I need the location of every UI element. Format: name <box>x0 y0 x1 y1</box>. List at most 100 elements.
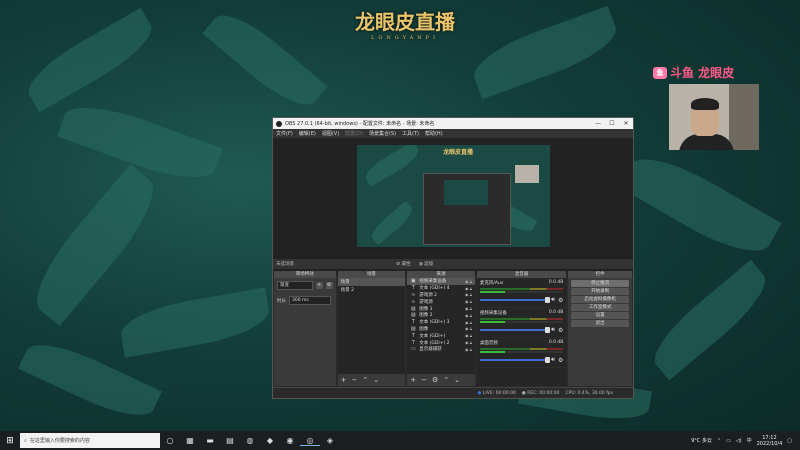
edge-browser-icon[interactable]: ◍ <box>240 436 260 445</box>
source-item[interactable]: T 文本 (GDI+) 2 ◉ 🔒︎ <box>407 339 475 346</box>
control-button[interactable]: 工作室模式 <box>571 304 629 311</box>
slider-handle[interactable] <box>545 327 551 333</box>
source-type-icon: T <box>411 339 415 346</box>
source-item[interactable]: ∞ 游戏源 ◉ 🔒︎ <box>407 298 475 305</box>
notification-icon[interactable]: ▢ <box>787 438 792 444</box>
gear-icon[interactable]: ⚙ <box>558 357 563 364</box>
source-item[interactable]: ▭ 显示器捕获 ◉ 🔒︎ <box>407 346 475 353</box>
speaker-icon[interactable]: 🔊︎ <box>551 326 555 334</box>
gear-icon[interactable]: ⚙ <box>558 297 563 304</box>
filters-button[interactable]: ◑ 滤镜 <box>419 261 433 267</box>
preview-nested-obs <box>423 173 511 245</box>
menu-item[interactable]: 文件(F) <box>276 130 293 137</box>
source-item[interactable]: T 文本 (GDI+) ◉ 🔒︎ <box>407 332 475 339</box>
visibility-eye-icon[interactable]: ◉ 🔒︎ <box>465 313 475 318</box>
network-icon[interactable]: ▭ <box>726 438 731 444</box>
visibility-eye-icon[interactable]: ◉ 🔒︎ <box>465 340 475 345</box>
menu-item[interactable]: 场景集合(S) <box>369 130 396 137</box>
visibility-eye-icon[interactable]: ◉ 🔒︎ <box>465 279 475 284</box>
menu-item[interactable]: 帮助(H) <box>425 130 443 137</box>
control-button[interactable]: 开始录制 <box>571 288 629 295</box>
volume-slider[interactable] <box>479 297 551 303</box>
status-bar: ● LIVE: 00:00:00 ● REC: 00:00:00 CPU: 0.… <box>273 387 633 398</box>
steam-icon[interactable]: ◉ <box>280 436 300 445</box>
add-icon[interactable]: + <box>341 376 347 384</box>
transition-select[interactable]: 渐变 <box>277 281 313 290</box>
source-item-label: 文本 (GDI+) 4 <box>419 286 450 292</box>
control-button[interactable]: 设置 <box>571 312 629 319</box>
menu-item[interactable]: 视图(V) <box>322 130 339 137</box>
remove-icon[interactable]: − <box>352 376 358 384</box>
visibility-eye-icon[interactable]: ◉ 🔒︎ <box>465 299 475 304</box>
visibility-eye-icon[interactable]: ◉ 🔒︎ <box>465 333 475 338</box>
properties-button[interactable]: ⚙ 属性 <box>396 261 410 267</box>
slider-handle[interactable] <box>545 357 551 363</box>
webcam-overlay <box>669 84 759 150</box>
add-transition-button[interactable]: + <box>315 282 323 289</box>
clock[interactable]: 17:12 2022/10/4 <box>757 435 783 447</box>
speaker-icon[interactable]: 🔊︎ <box>551 296 555 304</box>
control-button[interactable]: 退出 <box>571 320 629 327</box>
visibility-eye-icon[interactable]: ◉ 🔒︎ <box>465 326 475 331</box>
speaker-icon[interactable]: 🔊︎ <box>551 356 555 364</box>
source-item-label: 文本 (GDI+) 3 <box>419 320 450 326</box>
preview-canvas[interactable]: 龙眼皮直播 <box>357 145 550 252</box>
taskbar-search-input[interactable]: ⌕ 在这里输入你要搜索的内容 <box>20 433 160 448</box>
visibility-eye-icon[interactable]: ◉ 🔒︎ <box>465 320 475 325</box>
visibility-eye-icon[interactable]: ◉ 🔒︎ <box>465 347 475 352</box>
windows-start-icon[interactable]: ⊞ <box>0 436 20 446</box>
gear-icon[interactable]: ⚙ <box>432 376 438 384</box>
windows-taskbar: ⊞ ⌕ 在这里输入你要搜索的内容 ○ ▦ ▬ ▤ ◍ ◆ ◉ ◎ ◈ 9°C 多… <box>0 431 800 450</box>
scene-item[interactable]: 场景 2 <box>338 286 406 294</box>
preview-webcam <box>515 165 539 183</box>
scene-item[interactable]: 场景 <box>337 278 406 286</box>
source-item[interactable]: ▣ 视频采集设备 ◉ 🔒︎ <box>407 278 475 285</box>
source-item[interactable]: ▨ 图像 3 ◉ 🔒︎ <box>407 305 475 312</box>
chevron-up-icon[interactable]: ⌃ <box>717 438 721 444</box>
ime-indicator[interactable]: 中 <box>747 437 752 444</box>
move-down-icon[interactable]: ⌄ <box>454 376 460 384</box>
source-item[interactable]: T 文本 (GDI+) 4 ◉ 🔒︎ <box>407 285 475 292</box>
menu-item[interactable]: 配置(D) <box>345 130 363 137</box>
move-down-icon[interactable]: ⌄ <box>373 376 379 384</box>
duration-input[interactable]: 300 ms <box>289 296 331 305</box>
source-type-icon: ▭ <box>410 346 416 353</box>
move-up-icon[interactable]: ⌃ <box>362 376 368 384</box>
source-item[interactable]: ▨ 图像 2 ◉ 🔒︎ <box>407 312 475 319</box>
maximize-button[interactable]: ☐ <box>605 120 619 127</box>
source-item[interactable]: ▨ 图像 ◉ 🔒︎ <box>407 326 475 333</box>
source-item[interactable]: ∞ 游戏源 2 ◉ 🔒︎ <box>407 292 475 299</box>
control-button[interactable]: 启动虚拟摄像机 <box>571 296 629 303</box>
gear-icon[interactable]: ⚙ <box>558 327 563 334</box>
transition-settings-gear-icon[interactable]: ⚙ <box>325 282 333 289</box>
file-explorer-icon[interactable]: ▬ <box>200 436 220 445</box>
move-up-icon[interactable]: ⌃ <box>443 376 449 384</box>
minimize-button[interactable]: — <box>591 120 605 127</box>
close-button[interactable]: ✕ <box>619 120 633 127</box>
menu-item[interactable]: 编辑(E) <box>299 130 316 137</box>
app-icon[interactable]: ◆ <box>260 436 280 445</box>
volume-meter <box>479 348 564 350</box>
volume-slider[interactable] <box>479 327 551 333</box>
visibility-eye-icon[interactable]: ◉ 🔒︎ <box>465 306 475 311</box>
app2-icon[interactable]: ◈ <box>320 436 340 445</box>
obs-titlebar[interactable]: OBS 27.0.1 (64-bit, windows) - 配置文件: 未命名… <box>273 118 633 129</box>
visibility-eye-icon[interactable]: ◉ 🔒︎ <box>465 292 475 297</box>
source-item[interactable]: T 文本 (GDI+) 3 ◉ 🔒︎ <box>407 319 475 326</box>
widgets-icon[interactable]: ▦ <box>180 436 200 445</box>
store-icon[interactable]: ▤ <box>220 436 240 445</box>
volume-icon[interactable]: ◁) <box>736 438 742 444</box>
task-view-icon[interactable]: ○ <box>160 436 180 445</box>
obs-taskbar-icon[interactable]: ◎ <box>300 436 320 446</box>
add-icon[interactable]: + <box>410 376 416 384</box>
remove-icon[interactable]: − <box>421 376 427 384</box>
mixer-channel: 视频采集设备 0.0 dB 🔊︎ ⚙ <box>476 308 567 338</box>
control-button[interactable]: 停止推流 <box>571 280 629 287</box>
weather-widget[interactable]: 9°C 多云 <box>691 437 712 444</box>
menu-item[interactable]: 工具(T) <box>402 130 419 137</box>
channel-name: 麦克风/Aux <box>479 281 504 286</box>
slider-handle[interactable] <box>545 297 551 303</box>
stream-logo: 龙眼皮直播 LONGYANPI <box>355 10 455 41</box>
visibility-eye-icon[interactable]: ◉ 🔒︎ <box>465 286 475 291</box>
volume-slider[interactable] <box>479 357 551 363</box>
